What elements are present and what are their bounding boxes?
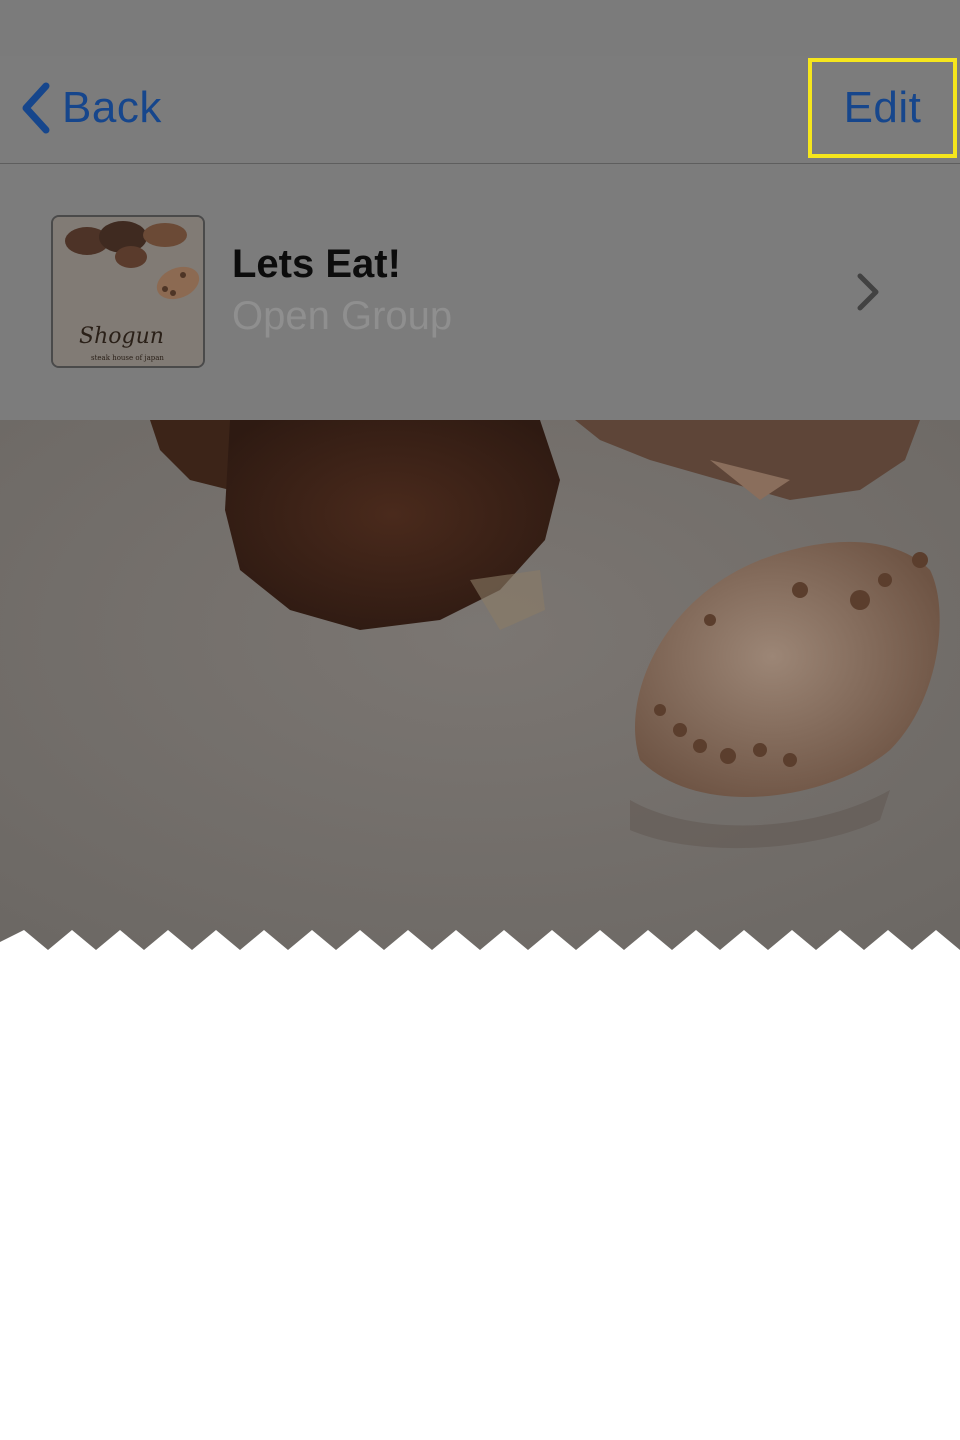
group-cell[interactable]: Shogun steak house of japan Lets Eat! Op… [0, 164, 960, 420]
chevron-right-icon [857, 273, 879, 311]
torn-edge [0, 930, 960, 968]
group-subtitle: Open Group [232, 294, 453, 338]
status-bar-area [0, 0, 960, 56]
navigation-bar: Back Edit [0, 56, 960, 164]
group-thumbnail-image: Shogun steak house of japan [53, 217, 203, 366]
screen: Back Edit Shogun steak house of japan Le… [0, 0, 960, 1440]
back-label: Back [62, 83, 162, 132]
edit-button[interactable]: Edit [808, 58, 957, 158]
group-cover-photo [0, 420, 960, 950]
edit-label: Edit [843, 83, 922, 132]
svg-text:steak house of japan: steak house of japan [91, 354, 164, 362]
back-button[interactable]: Back [18, 78, 162, 138]
group-thumbnail: Shogun steak house of japan [51, 215, 205, 368]
chevron-left-icon [22, 82, 50, 134]
group-title: Lets Eat! [232, 242, 401, 286]
svg-text:Shogun: Shogun [79, 324, 164, 349]
